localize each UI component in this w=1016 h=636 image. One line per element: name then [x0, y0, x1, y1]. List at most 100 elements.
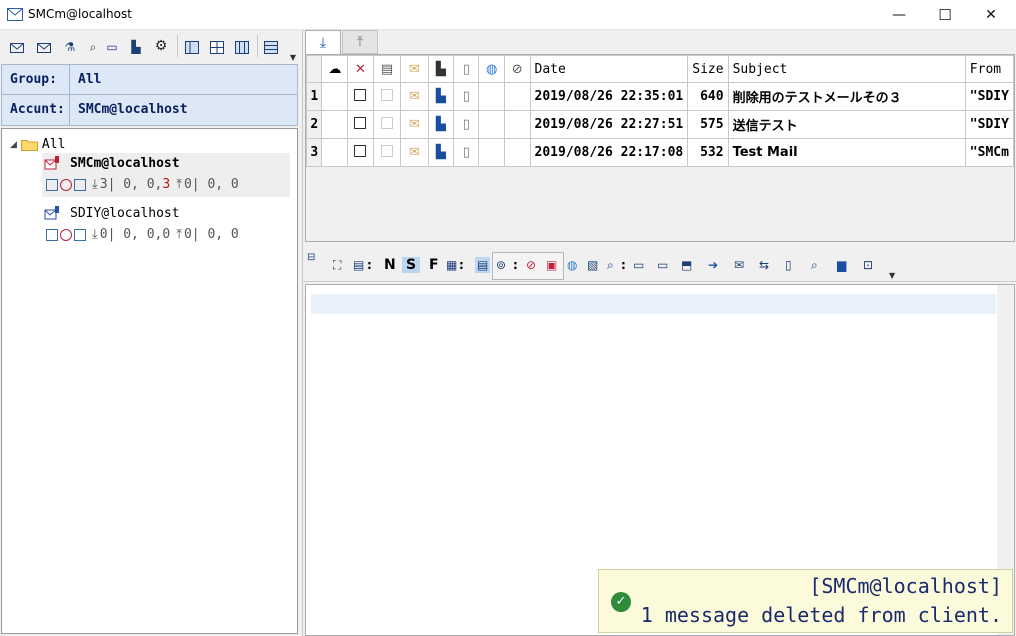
header-delete-icon[interactable]: ✕: [347, 55, 374, 83]
close-button[interactable]: ✕: [968, 0, 1014, 30]
title-bar: SMCm@localhost — ☐ ✕: [0, 0, 1016, 30]
delete-checkbox[interactable]: [347, 110, 374, 139]
download-count-icon: ⤓: [92, 227, 98, 242]
account-info: Group: All Accunt: SMCm@localhost: [1, 64, 298, 126]
right-pane: ⤓ ⤒ ☁ ✕ ▤ ✉ ▙ ▯ ◍ ⊘ Date Size Subject Fr…: [302, 30, 1016, 636]
message-header-line: [311, 294, 996, 314]
mail-header-row: ☁ ✕ ▤ ✉ ▙ ▯ ◍ ⊘ Date Size Subject From: [306, 55, 1014, 83]
server-cell: [321, 82, 349, 111]
stat-counts: 0, 0,: [123, 227, 163, 242]
header-mail-icon[interactable]: ✉: [400, 55, 429, 83]
encoding-icon[interactable]: ▦: [446, 257, 457, 273]
gear-icon[interactable]: ⚙: [152, 37, 170, 55]
globe-icon[interactable]: ◍: [567, 257, 577, 273]
maximize-button[interactable]: ☐: [922, 0, 968, 30]
collapse-arrow-icon[interactable]: ◢: [10, 140, 17, 150]
tree-account-sdiy[interactable]: SDIY@localhost ⤓ 0 | 0, 0, 0 ⤒ 0 | 0, 0: [42, 203, 290, 247]
text-view-icon[interactable]: ▤: [475, 257, 491, 273]
attachment-view-icon[interactable]: ⊚: [496, 257, 506, 273]
doc-checkbox[interactable]: [372, 110, 402, 139]
globe-cell: [478, 138, 505, 167]
table-row[interactable]: 1 ✉ ▙ ▯ 2019/08/26 22:35:01 640 削除用のテストメ…: [306, 82, 1014, 111]
collapse-icon[interactable]: ⊟: [307, 250, 315, 266]
save-icon[interactable]: ▙: [427, 110, 455, 139]
mail-size: 640: [687, 82, 729, 111]
mail-date: 2019/08/26 22:35:01: [529, 82, 689, 111]
fit-icon[interactable]: ⛶: [333, 257, 341, 273]
forward-icon[interactable]: ⇆: [759, 257, 769, 273]
header-doc-icon[interactable]: ▤: [372, 55, 402, 83]
window-icon[interactable]: ▭: [633, 257, 644, 273]
zoom-icon[interactable]: ⌕: [811, 257, 818, 273]
mail-icon: ✉: [400, 110, 429, 139]
upload-count-icon: ⤒: [176, 227, 182, 242]
layout-grid-icon[interactable]: [208, 38, 226, 56]
header-save-icon[interactable]: ▙: [427, 55, 455, 83]
checked-status-icon: [74, 228, 86, 241]
stat-sent: 0: [183, 227, 192, 242]
document-icon[interactable]: ▧: [587, 257, 598, 273]
mailbox-icon: [44, 206, 59, 220]
mail-app-icon: [7, 8, 23, 21]
delete-checkbox[interactable]: [347, 82, 374, 111]
doc-checkbox[interactable]: [372, 138, 402, 167]
layout-columns-icon[interactable]: [233, 38, 251, 56]
receive-icon[interactable]: [8, 38, 26, 56]
source-view-button[interactable]: S: [402, 257, 421, 273]
save-icon[interactable]: ▙: [427, 82, 455, 111]
filter-icon[interactable]: ⚗: [61, 38, 79, 56]
toolbar-overflow-icon[interactable]: ▼: [889, 268, 895, 284]
send-receive-icon[interactable]: [35, 38, 53, 56]
header-page-icon[interactable]: ▯: [453, 55, 480, 83]
block-image-icon[interactable]: ⊘: [526, 257, 536, 273]
header-attach-icon[interactable]: ⊘: [503, 55, 531, 83]
layout-left-icon[interactable]: [183, 38, 201, 56]
page-icon: ▯: [453, 82, 480, 111]
header-server-icon[interactable]: ☁: [321, 55, 349, 83]
list-view-icon[interactable]: [262, 38, 280, 56]
folder-icon[interactable]: ▭: [103, 38, 121, 56]
delete-checkbox[interactable]: [347, 138, 374, 167]
tab-download[interactable]: ⤓: [305, 30, 341, 54]
print-icon[interactable]: ▆: [837, 257, 846, 273]
mail-list[interactable]: ☁ ✕ ▤ ✉ ▙ ▯ ◍ ⊘ Date Size Subject From 1: [305, 54, 1015, 242]
stat-sent: 0: [183, 177, 192, 192]
header-view-icon[interactable]: ▤: [353, 257, 364, 273]
next-icon[interactable]: ➔: [708, 257, 718, 273]
account-tree[interactable]: ◢ All SMCm@localhost ⤓ 3 | 0, 0, 3 ⤒ 0 | 0…: [1, 128, 298, 634]
print-settings-icon[interactable]: ⊡: [863, 257, 873, 273]
minimize-button[interactable]: —: [876, 0, 922, 30]
web-window-icon[interactable]: ▭: [657, 257, 668, 273]
full-view-button[interactable]: F: [429, 257, 439, 273]
save-icon[interactable]: ▙: [127, 38, 145, 56]
normal-view-button[interactable]: N: [384, 257, 396, 273]
search-icon[interactable]: ⌕: [84, 38, 102, 56]
header-date[interactable]: Date: [529, 55, 689, 83]
mail-from: "SDIY: [964, 110, 1014, 139]
doc-checkbox[interactable]: [372, 82, 402, 111]
tree-root[interactable]: ◢ All: [10, 137, 65, 152]
deleted-status-icon: [60, 178, 72, 191]
stat-received: 0: [99, 227, 108, 242]
header-subject[interactable]: Subject: [727, 55, 966, 83]
header-size[interactable]: Size: [687, 55, 729, 83]
attach-cell: [503, 110, 531, 139]
tab-upload[interactable]: ⤒: [342, 30, 378, 54]
save-icon[interactable]: ▙: [427, 138, 455, 167]
page-icon: ▯: [453, 110, 480, 139]
mail-size: 532: [687, 138, 729, 167]
reply-icon[interactable]: ✉: [734, 257, 744, 273]
header-from[interactable]: From: [964, 55, 1014, 83]
viewer-toolbar: ⊟ ⛶ ▤ : N S F ▦ : ▤ ⊚ : ⊘ ▣ ◍ ▧ ⌕ : ▭ ▭ …: [303, 248, 1016, 282]
block-link-icon[interactable]: ▣: [546, 257, 557, 273]
download-count-icon: ⤓: [92, 177, 98, 192]
table-row[interactable]: 2 ✉ ▙ ▯ 2019/08/26 22:27:51 575 送信テスト "S…: [306, 110, 1014, 139]
tree-root-label: All: [41, 137, 66, 152]
table-row[interactable]: 3 ✉ ▙ ▯ 2019/08/26 22:17:08 532 Test Mai…: [306, 138, 1014, 167]
find-icon[interactable]: ⌕: [607, 257, 614, 273]
header-globe-icon[interactable]: ◍: [478, 55, 505, 83]
copy-icon[interactable]: ▯: [785, 257, 792, 273]
export-icon[interactable]: ⬒: [681, 257, 692, 273]
globe-cell: [478, 82, 505, 111]
tree-account-smcm[interactable]: SMCm@localhost ⤓ 3 | 0, 0, 3 ⤒ 0 | 0, 0: [42, 153, 290, 197]
